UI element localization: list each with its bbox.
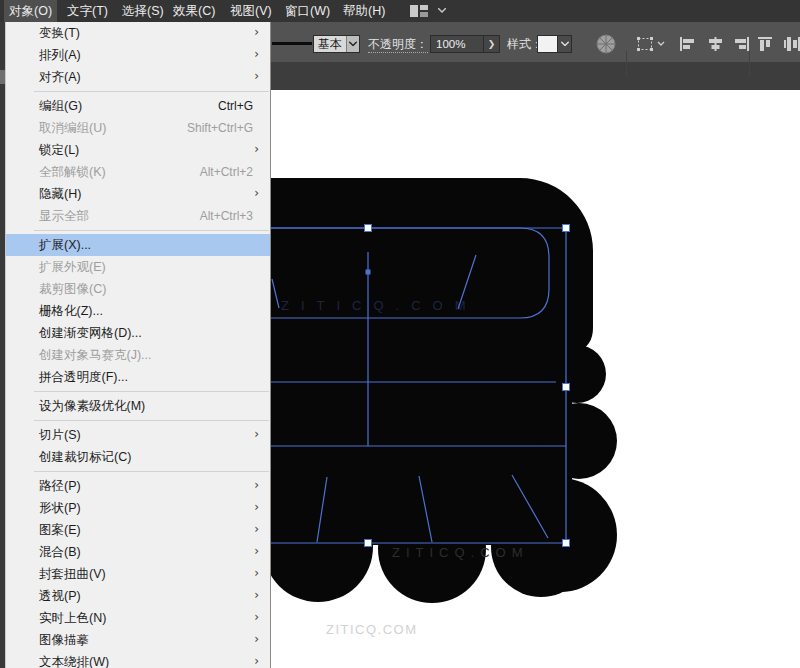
distribute-icon[interactable] — [784, 37, 800, 51]
opacity-label[interactable]: 不透明度： — [368, 38, 428, 51]
menubar-item[interactable]: 窗口(W) — [280, 0, 335, 22]
submenu-arrow-icon: › — [254, 541, 259, 562]
submenu-arrow-icon: › — [254, 424, 259, 445]
chevron-down-icon[interactable] — [346, 36, 359, 52]
stroke-style-select[interactable]: 基本 — [313, 35, 360, 53]
menu-item[interactable]: 排列(A)› — [6, 44, 270, 66]
menu-item[interactable]: 编组(G)Ctrl+G — [6, 95, 270, 117]
submenu-arrow-icon: › — [254, 475, 259, 496]
submenu-arrow-icon: › — [254, 66, 259, 87]
submenu-arrow-icon: › — [254, 44, 259, 65]
menu-item[interactable]: 形状(P)› — [6, 497, 270, 519]
submenu-arrow-icon: › — [254, 497, 259, 518]
menu-separator — [6, 417, 270, 424]
opacity-value[interactable]: 100% — [431, 36, 483, 52]
align-top-icon[interactable] — [758, 37, 773, 51]
menu-item[interactable]: 取消编组(U)Shift+Ctrl+G — [6, 117, 270, 139]
illustrator-window: ZITICQ.COM ZITICQ.COM ZITICQ.COM 基本 不透明度… — [0, 0, 800, 668]
menu-item[interactable]: 路径(P)› — [6, 475, 270, 497]
menubar-item[interactable]: 帮助(H) — [338, 0, 390, 22]
menu-item[interactable]: 锁定(L)› — [6, 139, 270, 161]
menubar-item[interactable]: 视图(V) — [225, 0, 277, 22]
watermark: ZITICQ.COM — [326, 622, 418, 637]
toolbar-separator — [749, 51, 750, 77]
chevron-down-icon[interactable] — [557, 36, 571, 52]
menu-item[interactable]: 设为像素级优化(M) — [6, 395, 270, 417]
chevron-down-icon[interactable] — [438, 8, 446, 13]
menu-separator — [6, 88, 270, 95]
style-swatch-select[interactable] — [537, 35, 572, 53]
style-swatch[interactable] — [538, 36, 557, 52]
submenu-arrow-icon: › — [254, 629, 259, 650]
menu-item[interactable]: 裁剪图像(C) — [6, 278, 270, 300]
toolbar-separator — [626, 51, 627, 77]
menu-item[interactable]: 栅格化(Z)... — [6, 300, 270, 322]
menu-item[interactable]: 实时上色(N)› — [6, 607, 270, 629]
menu-item[interactable]: 混合(B)› — [6, 541, 270, 563]
submenu-arrow-icon: › — [254, 22, 259, 43]
menubar-item[interactable]: 选择(S) — [117, 0, 169, 22]
menu-item[interactable]: 图像描摹› — [6, 629, 270, 651]
opacity-expander[interactable]: ❯ — [483, 36, 499, 52]
menu-item[interactable]: 显示全部Alt+Ctrl+3 — [6, 205, 270, 227]
object-menu: 变换(T)›排列(A)›对齐(A)› 编组(G)Ctrl+G取消编组(U)Shif… — [5, 22, 271, 668]
menu-item[interactable]: 文本绕排(W)› — [6, 651, 270, 668]
submenu-arrow-icon: › — [254, 519, 259, 540]
black-shape — [250, 178, 617, 603]
menu-item[interactable]: 切片(S)› — [6, 424, 270, 446]
workspace-switcher-icon[interactable] — [410, 5, 430, 17]
stroke-preview — [272, 42, 312, 45]
menu-item[interactable]: 扩展外观(E) — [6, 256, 270, 278]
menu-item[interactable]: 隐藏(H)› — [6, 183, 270, 205]
menu-item[interactable]: 全部解锁(K)Alt+Ctrl+2 — [6, 161, 270, 183]
submenu-arrow-icon: › — [254, 585, 259, 606]
menu-separator — [6, 388, 270, 395]
menu-item[interactable]: 创建对象马赛克(J)... — [6, 344, 270, 366]
watermark-remnant: ZITICQ.COM — [281, 298, 478, 313]
menu-item[interactable]: 透视(P)› — [6, 585, 270, 607]
bounding-box-icon[interactable] — [636, 36, 666, 52]
selected-anchor — [366, 270, 371, 275]
menu-item[interactable]: 变换(T)› — [6, 22, 270, 44]
menu-separator — [6, 227, 270, 234]
align-left-icon[interactable] — [680, 37, 695, 51]
menubar: 对象(O)文字(T)选择(S)效果(C)视图(V)窗口(W)帮助(H) — [0, 0, 800, 22]
menu-separator — [6, 468, 270, 475]
menubar-item[interactable]: 对象(O) — [4, 0, 57, 22]
menu-item[interactable]: 对齐(A)› — [6, 66, 270, 88]
menu-item[interactable]: 拼合透明度(F)... — [6, 366, 270, 388]
menu-item[interactable]: 图案(E)› — [6, 519, 270, 541]
menubar-item[interactable]: 效果(C) — [168, 0, 220, 22]
stroke-style-value: 基本 — [314, 36, 346, 52]
menu-item[interactable]: 创建渐变网格(D)... — [6, 322, 270, 344]
submenu-arrow-icon: › — [254, 563, 259, 584]
menubar-item[interactable]: 文字(T) — [62, 0, 113, 22]
align-right-icon[interactable] — [734, 37, 749, 51]
submenu-arrow-icon: › — [254, 183, 259, 204]
globe-icon[interactable] — [595, 33, 617, 55]
submenu-arrow-icon: › — [254, 651, 259, 668]
opacity-field[interactable]: 100% ❯ — [430, 35, 500, 53]
menu-item[interactable]: 创建裁切标记(C) — [6, 446, 270, 468]
watermark-remnant: ZITICQ.COM — [392, 545, 529, 560]
submenu-arrow-icon: › — [254, 607, 259, 628]
submenu-arrow-icon: › — [254, 139, 259, 160]
align-center-h-icon[interactable] — [708, 37, 723, 51]
menu-item[interactable]: 封套扭曲(V)› — [6, 563, 270, 585]
menu-item[interactable]: 扩展(X)... — [6, 234, 270, 256]
